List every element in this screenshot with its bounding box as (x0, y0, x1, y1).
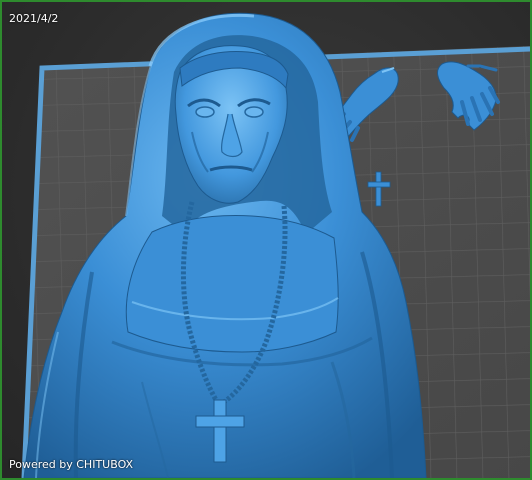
date-label: 2021/4/2 (9, 12, 59, 25)
viewport-3d[interactable]: 2021/4/2 Powered by CHITUBOX (0, 0, 532, 480)
scene-canvas[interactable] (2, 2, 530, 478)
powered-by-label: Powered by CHITUBOX (9, 458, 134, 471)
